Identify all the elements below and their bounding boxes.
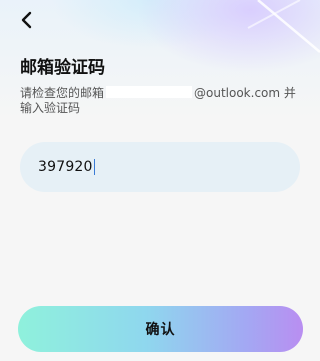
instruction-suffix: 并 [280,86,296,100]
instruction-line-1: 请检查您的邮箱 @outlook.com 并 [20,86,305,101]
instruction-line-2: 输入验证码 [20,101,81,115]
redacted-email-username [106,86,193,98]
email-domain: @outlook.com [194,86,281,100]
page-title: 邮箱验证码 [20,58,105,78]
instruction-text: 请检查您的邮箱 @outlook.com 并 输入验证码 [20,86,305,116]
text-caret [93,159,95,175]
confirm-button[interactable]: 确认 [18,306,303,352]
back-button[interactable] [12,6,40,34]
chevron-left-icon [21,11,32,29]
verification-code-value: 397920 [38,159,93,175]
confirm-button-label: 确认 [145,322,176,338]
instruction-prefix: 请检查您的邮箱 [20,86,105,100]
verification-code-input[interactable]: 397920 [20,142,300,192]
